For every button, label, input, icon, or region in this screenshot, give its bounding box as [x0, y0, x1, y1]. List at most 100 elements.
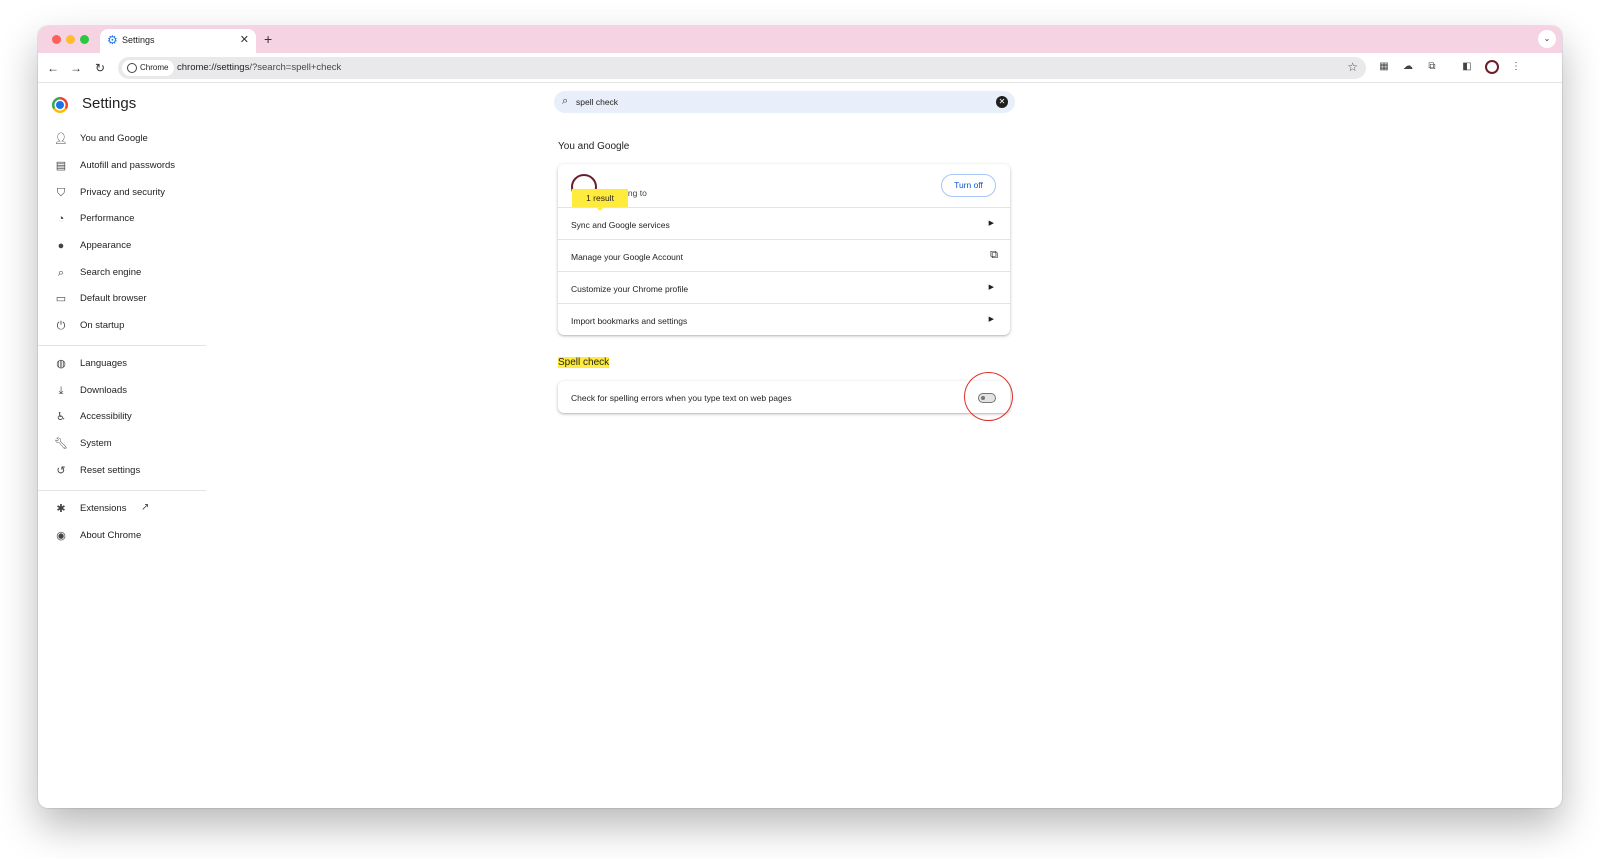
more-menu-icon[interactable]: ⋮ [1508, 59, 1524, 75]
sidebar-item-reset-settings[interactable]: ↺ Reset settings [38, 459, 208, 483]
close-window-button[interactable] [52, 35, 61, 44]
sidebar-item-label: Languages [80, 358, 128, 369]
globe-icon: ◍ [56, 358, 66, 370]
qr-code-icon[interactable]: ▦ [1376, 59, 1392, 75]
chrome-icon [127, 63, 137, 73]
sidebar-item-label: Reset settings [80, 465, 141, 476]
site-info-chip[interactable]: Chrome [122, 60, 175, 76]
sidebar-item-label: Downloads [80, 385, 127, 396]
sidebar-item-label: Extensions [80, 503, 127, 514]
search-icon: ⌕ [57, 267, 65, 279]
sidebar-item-accessibility[interactable]: ♿︎ Accessibility [38, 405, 208, 429]
sidebar-item-downloads[interactable]: ⤓ Downloads [38, 379, 208, 403]
side-panel-icon[interactable]: ◧ [1459, 59, 1475, 75]
chrome-logo-icon [52, 97, 68, 113]
sidebar-item-label: On startup [80, 320, 125, 331]
sidebar-item-privacy[interactable]: ⛉ Privacy and security [38, 181, 208, 205]
browser-icon: ▭ [55, 293, 67, 305]
accessibility-icon: ♿︎ [56, 411, 66, 423]
sidebar-divider [38, 345, 206, 346]
sidebar-item-you-and-google[interactable]: 👤︎ You and Google [38, 127, 208, 151]
new-tab-button[interactable]: + [264, 31, 272, 47]
row-spell-check[interactable]: Check for spelling errors when you type … [558, 381, 1010, 413]
sidebar-item-label: Default browser [80, 293, 147, 304]
section-title-you-and-google: You and Google [558, 141, 630, 152]
download-icon: ⤓ [58, 385, 64, 397]
turn-off-sync-button[interactable]: Turn off [941, 174, 996, 197]
sidebar-item-autofill[interactable]: ▤ Autofill and passwords [38, 154, 208, 178]
sidebar-item-default-browser[interactable]: ▭ Default browser [38, 287, 208, 311]
sidebar-divider [38, 490, 206, 491]
row-import-bookmarks[interactable]: Import bookmarks and settings ▶ [558, 303, 1010, 335]
clipboard-icon: ▤ [55, 160, 67, 172]
sidebar-item-performance[interactable]: ◔ Performance [38, 207, 208, 231]
history-icon: ↺ [56, 465, 66, 477]
sidebar-item-appearance[interactable]: ● Appearance [38, 234, 208, 258]
reload-button[interactable]: ↻ [91, 59, 109, 77]
spell-check-highlight: Spell check [558, 357, 610, 368]
chip-label: Chrome [140, 63, 169, 72]
sidebar-item-label: Autofill and passwords [80, 160, 176, 171]
sidebar-item-search-engine[interactable]: ⌕ Search engine [38, 261, 208, 285]
external-link-icon: ⧉ [990, 249, 998, 261]
sidebar-item-label: Appearance [80, 240, 132, 251]
gear-icon: ⚙ [107, 33, 118, 47]
row-label: Import bookmarks and settings [571, 316, 688, 326]
speedometer-icon: ◔ [57, 213, 65, 225]
maximize-window-button[interactable] [80, 35, 89, 44]
tab-strip: ⚙ Settings ✕ + ⌄ [38, 26, 1562, 53]
shield-icon: ⛉ [56, 187, 66, 199]
row-label: Customize your Chrome profile [571, 284, 689, 294]
sidebar-item-label: Privacy and security [80, 187, 166, 198]
settings-search-box[interactable]: ⌕ spell check ✕ [554, 91, 1015, 113]
tab-search-button[interactable]: ⌄ [1538, 30, 1556, 48]
back-button[interactable]: ← [44, 59, 62, 77]
person-icon: 👤︎ [54, 133, 68, 145]
spell-check-card: Check for spelling errors when you type … [558, 381, 1010, 413]
sidebar-item-about-chrome[interactable]: ◉ About Chrome [38, 524, 208, 548]
url-host: chrome://settings [177, 62, 250, 73]
address-bar[interactable]: Chrome chrome://settings/?search=spell+c… [118, 57, 1366, 79]
forward-button[interactable]: → [67, 59, 85, 77]
profile-avatar[interactable] [1485, 60, 1499, 74]
row-customize-profile[interactable]: Customize your Chrome profile ▶ [558, 271, 1010, 303]
search-input[interactable]: spell check [576, 97, 618, 107]
sidebar-item-system[interactable]: 🔧︎ System [38, 432, 208, 456]
row-label: Sync and Google services [571, 220, 670, 230]
sidebar-item-extensions[interactable]: ✱ Extensions ↗ [38, 497, 208, 521]
extensions-puzzle-icon[interactable]: ⧉ [1424, 59, 1440, 75]
clear-search-button[interactable]: ✕ [996, 96, 1008, 108]
sidebar-item-label: Search engine [80, 267, 142, 278]
sidebar-item-label: System [80, 438, 112, 449]
section-title-spell-check: Spell check [558, 357, 610, 368]
palette-icon: ● [57, 240, 65, 252]
settings-sidebar: Settings 👤︎ You and Google ▤ Autofill an… [38, 83, 208, 808]
page-title: Settings [82, 95, 137, 112]
tab-close-button[interactable]: ✕ [240, 33, 249, 46]
extension-cloud-icon[interactable]: ☁ [1400, 59, 1416, 75]
sidebar-item-label: About Chrome [80, 530, 142, 541]
chevron-right-icon: ▶ [988, 220, 994, 227]
row-label: Manage your Google Account [571, 252, 683, 262]
star-icon[interactable]: ☆ [1347, 60, 1358, 74]
row-manage-google-account[interactable]: Manage your Google Account ⧉ [558, 239, 1010, 271]
search-icon: ⌕ [562, 95, 569, 107]
tab-title: Settings [122, 35, 155, 45]
sidebar-item-on-startup[interactable]: ⏻ On startup [38, 314, 208, 338]
row-label: Check for spelling errors when you type … [571, 393, 792, 403]
search-result-bubble: 1 result [572, 189, 628, 211]
sidebar-item-label: Performance [80, 213, 135, 224]
you-and-google-card: ing to 1 result Turn off Sync and Google… [558, 164, 1010, 335]
sidebar-item-label: You and Google [80, 133, 148, 144]
tab-settings[interactable]: ⚙ Settings ✕ [100, 29, 256, 53]
minimize-window-button[interactable] [66, 35, 75, 44]
sidebar-item-languages[interactable]: ◍ Languages [38, 352, 208, 376]
puzzle-icon: ✱ [56, 503, 66, 515]
chevron-right-icon: ▶ [988, 284, 994, 291]
browser-toolbar: ← → ↻ Chrome chrome://settings/?search=s… [38, 53, 1562, 83]
url-path: /?search=spell+check [249, 62, 342, 73]
power-icon: ⏻ [56, 320, 66, 332]
chrome-icon: ◉ [56, 530, 66, 542]
row-sync-services[interactable]: Sync and Google services ▶ [558, 207, 1010, 239]
external-link-icon: ↗ [141, 502, 150, 513]
